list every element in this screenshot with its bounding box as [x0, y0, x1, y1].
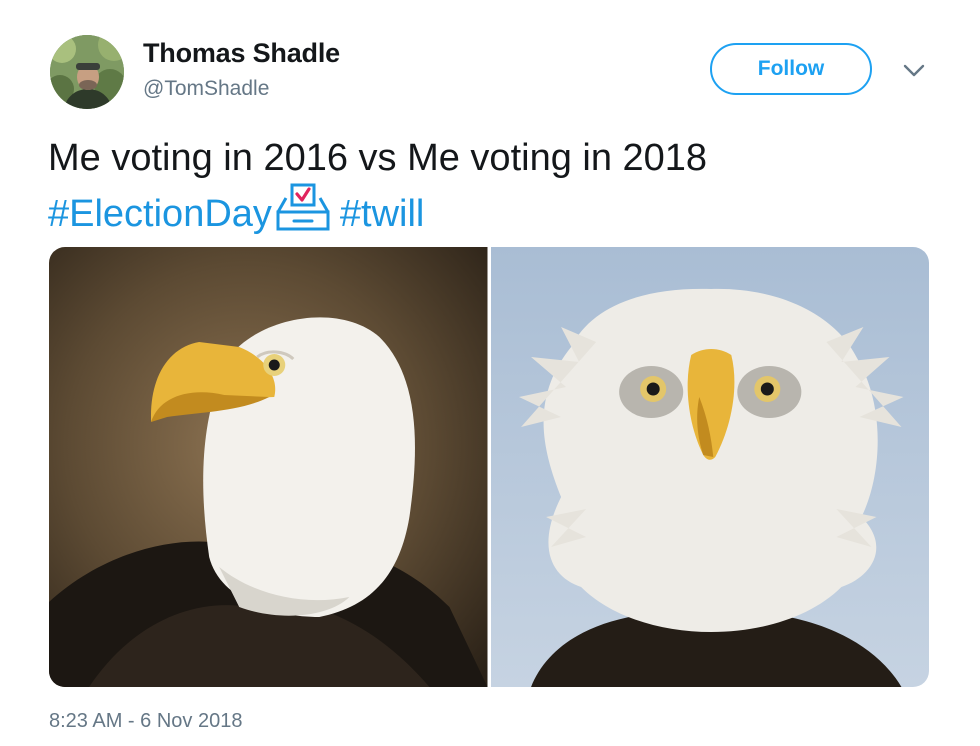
tweet-text-line: Me voting in 2016 vs Me voting in 2018 [48, 137, 708, 179]
follow-button[interactable]: Follow [710, 43, 872, 95]
author-handle[interactable]: @TomShadle [143, 77, 269, 101]
ballot-box-icon [276, 183, 330, 231]
media-grid [49, 247, 929, 687]
avatar-photo-icon [50, 35, 124, 109]
media-photo-right[interactable] [490, 247, 929, 687]
tweet-hashtag-line: #ElectionDay #twill [48, 182, 928, 238]
author-name[interactable]: Thomas Shadle [143, 38, 340, 69]
hashtag-electionday-link[interactable]: #ElectionDay [48, 193, 272, 235]
bald-eagle-calm-photo-icon [49, 247, 488, 687]
tweet-text: Me voting in 2016 vs Me voting in 2018 #… [48, 134, 928, 238]
hashtag-twill-link[interactable]: #twill [340, 193, 424, 235]
media-photo-left[interactable] [49, 247, 488, 687]
tweet-timestamp[interactable]: 8:23 AM - 6 Nov 2018 [49, 710, 242, 733]
bald-eagle-windblown-photo-icon [490, 247, 929, 687]
author-avatar[interactable] [50, 35, 124, 109]
tweet-menu-button[interactable] [899, 58, 929, 84]
chevron-down-icon [903, 64, 925, 77]
